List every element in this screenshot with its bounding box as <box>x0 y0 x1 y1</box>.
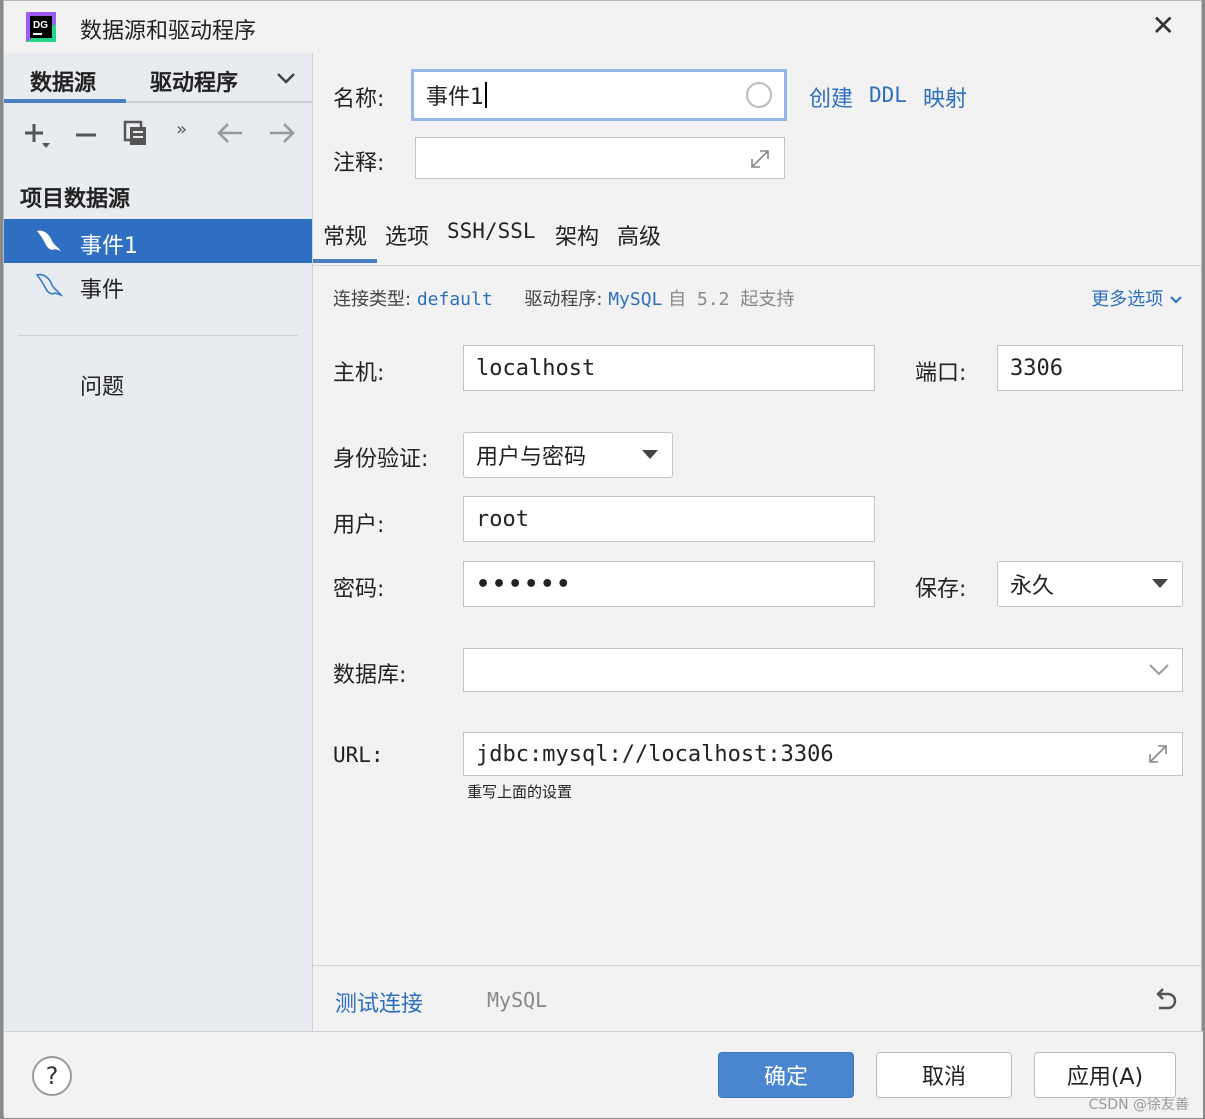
host-input[interactable]: localhost <box>463 345 875 391</box>
right-pane: 名称: 事件1 创建 DDL 映射 注释: 常规 选项 SSH/SSL 架构 高… <box>313 53 1201 1032</box>
password-label: 密码: <box>333 577 385 602</box>
duplicate-icon[interactable] <box>122 119 150 147</box>
add-icon[interactable] <box>22 121 54 153</box>
left-tabs: 数据源 驱动程序 <box>4 53 312 103</box>
port-value: 3306 <box>1010 355 1063 381</box>
auth-dropdown[interactable]: 用户与密码 <box>463 432 673 478</box>
password-value: •••••• <box>476 571 573 597</box>
back-arrow-icon[interactable] <box>216 121 244 145</box>
user-value: root <box>476 506 529 532</box>
password-input[interactable]: •••••• <box>463 561 875 607</box>
connection-info-row: 连接类型: default 驱动程序: MySQL 自 5.2 起支持 <box>333 285 794 311</box>
apply-button[interactable]: 应用(A) <box>1034 1052 1176 1098</box>
save-value: 永久 <box>1010 574 1055 599</box>
driver-link[interactable]: MySQL <box>608 289 662 310</box>
datagrip-app-icon: DG <box>26 12 56 42</box>
chevron-down-icon[interactable] <box>276 71 296 85</box>
tab-divider <box>126 101 312 103</box>
save-dropdown[interactable]: 永久 <box>997 561 1183 607</box>
auth-value: 用户与密码 <box>476 445 587 470</box>
left-pane: 数据源 驱动程序 » 项目数据源 事件1 事件 问题 <box>4 53 313 1031</box>
forward-arrow-icon[interactable] <box>268 121 296 145</box>
mysql-dolphin-icon <box>37 230 61 251</box>
url-hint: 重写上面的设置 <box>467 783 573 801</box>
user-input[interactable]: root <box>463 496 875 542</box>
tab-general[interactable]: 常规 <box>323 219 367 251</box>
tab-options[interactable]: 选项 <box>385 219 429 251</box>
problems-item[interactable]: 问题 <box>80 369 124 401</box>
port-input[interactable]: 3306 <box>997 345 1183 391</box>
url-label: URL: <box>333 743 384 767</box>
divider <box>18 335 298 336</box>
driver-version-note: 自 5.2 起支持 <box>668 289 795 310</box>
port-label: 端口: <box>915 361 967 386</box>
revert-icon[interactable] <box>1151 986 1179 1014</box>
url-value: jdbc:mysql://localhost:3306 <box>476 741 834 767</box>
connection-tabs: 常规 选项 SSH/SSL 架构 高级 <box>313 213 1201 266</box>
database-combobox[interactable] <box>463 648 1183 692</box>
list-item-datasource-2[interactable]: 事件 <box>4 263 312 307</box>
more-options-label: 更多选项 <box>1091 289 1164 310</box>
host-label: 主机: <box>333 361 385 386</box>
tab-ssh-ssl[interactable]: SSH/SSL <box>447 219 536 243</box>
name-input[interactable]: 事件1 <box>411 69 787 121</box>
connection-type-link[interactable]: default <box>417 289 493 310</box>
driver-label: 驱动程序: <box>524 289 603 310</box>
chevron-down-icon[interactable] <box>1148 663 1170 677</box>
save-label: 保存: <box>915 577 967 602</box>
test-connection-link[interactable]: 测试连接 <box>335 986 423 1018</box>
color-circle-icon[interactable] <box>746 82 772 108</box>
tab-advanced[interactable]: 高级 <box>617 219 661 251</box>
tab-drivers[interactable]: 驱动程序 <box>150 65 238 97</box>
more-actions-icon[interactable]: » <box>176 119 187 140</box>
auth-label: 身份验证: <box>333 447 429 472</box>
bottom-bar: 测试连接 MySQL <box>313 965 1201 1032</box>
mapping-link[interactable]: 映射 <box>923 81 967 113</box>
title-bar: DG 数据源和驱动程序 ✕ <box>4 1 1201 53</box>
cancel-button[interactable]: 取消 <box>876 1052 1012 1098</box>
footer: ? 确定 取消 应用(A) CSDN @徐友善 <box>4 1031 1203 1118</box>
datasource-label: 事件 <box>80 278 125 303</box>
ddl-link[interactable]: DDL <box>869 83 907 107</box>
name-value: 事件1 <box>426 85 484 110</box>
ok-button[interactable]: 确定 <box>718 1052 854 1098</box>
text-cursor <box>485 82 487 108</box>
active-tab-indicator <box>4 99 126 103</box>
close-icon[interactable]: ✕ <box>1152 11 1175 41</box>
datasource-label: 事件1 <box>80 234 138 259</box>
dropdown-arrow-icon <box>1152 579 1168 588</box>
database-label: 数据库: <box>333 663 407 688</box>
mysql-dolphin-icon <box>35 273 64 297</box>
host-value: localhost <box>476 355 596 381</box>
active-tab-indicator <box>313 259 377 263</box>
comment-input[interactable] <box>415 137 785 179</box>
project-data-sources-heading: 项目数据源 <box>20 187 131 212</box>
list-item-datasource-1[interactable]: 事件1 <box>4 219 312 263</box>
name-label: 名称: <box>333 87 385 112</box>
chevron-down-icon <box>1170 296 1182 304</box>
dialog-window: DG 数据源和驱动程序 ✕ 数据源 驱动程序 » 项目数据源 事件1 事件 问题… <box>3 0 1203 1118</box>
user-label: 用户: <box>333 513 385 538</box>
tab-data-sources[interactable]: 数据源 <box>30 65 96 97</box>
url-input[interactable]: jdbc:mysql://localhost:3306 <box>463 732 1183 776</box>
tab-schemas[interactable]: 架构 <box>555 219 599 251</box>
comment-label: 注释: <box>333 151 385 176</box>
database-type-label: MySQL <box>487 988 548 1012</box>
svg-text:DG: DG <box>33 20 48 31</box>
create-link[interactable]: 创建 <box>809 81 853 113</box>
expand-icon[interactable] <box>1146 742 1170 766</box>
window-title: 数据源和驱动程序 <box>80 19 257 44</box>
more-options-button[interactable]: 更多选项 <box>1091 285 1183 311</box>
expand-icon[interactable] <box>748 147 772 171</box>
watermark: CSDN @徐友善 <box>1088 1097 1189 1113</box>
connection-type-label: 连接类型: <box>333 289 412 310</box>
dropdown-arrow-icon <box>642 450 658 459</box>
help-button[interactable]: ? <box>32 1056 72 1096</box>
remove-icon[interactable] <box>74 123 98 147</box>
